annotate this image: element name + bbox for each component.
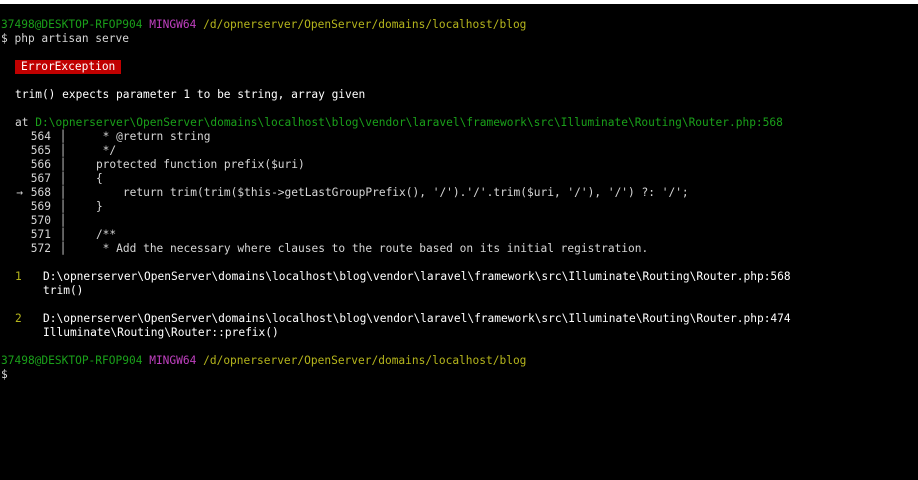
current-line-arrow-icon — [1, 172, 27, 186]
trace-file: D:\opnerserver\OpenServer\domains\localh… — [43, 312, 791, 325]
code-line: 571 ▕ /** — [1, 228, 917, 242]
command-text: $ php artisan serve — [1, 32, 129, 45]
gutter-bar: ▕ — [56, 228, 64, 241]
trace-call-row: trim() — [1, 284, 917, 298]
current-line-arrow-icon — [1, 214, 27, 228]
code-line: 564 ▕ * @return string — [1, 130, 917, 144]
current-line-arrow-icon — [1, 228, 27, 242]
error-badge: ErrorException — [15, 60, 122, 74]
gutter-bar: ▕ — [56, 200, 64, 213]
current-line-arrow-icon: → — [16, 186, 23, 199]
prompt-line: 37498@DESKTOP-RFOP904 MINGW64 /d/opnerse… — [1, 18, 917, 32]
command-line[interactable]: $ — [1, 368, 917, 382]
code-text: { — [69, 172, 103, 185]
gutter-bar: ▕ — [56, 186, 64, 199]
line-number: 571 — [30, 228, 51, 241]
prompt-cwd: /d/opnerserver/OpenServer/domains/localh… — [203, 354, 527, 367]
prompt-cwd: /d/opnerserver/OpenServer/domains/localh… — [203, 18, 527, 31]
error-badge-line: ErrorException — [1, 60, 917, 74]
current-line-arrow-icon — [1, 200, 27, 214]
gutter-bar: ▕ — [56, 144, 64, 157]
trace-call: trim() — [43, 284, 84, 297]
current-line-arrow-icon — [1, 242, 27, 256]
code-snippet: 564 ▕ * @return string 565 ▕ */ 566 ▕ protect… — [1, 130, 917, 256]
terminal-output[interactable]: 37498@DESKTOP-RFOP904 MINGW64 /d/opnerse… — [1, 18, 917, 382]
prompt-symbol: $ — [1, 368, 8, 381]
trace-call: Illuminate\Routing\Router::prefix() — [43, 326, 279, 339]
line-number: 564 — [30, 130, 51, 143]
gutter-bar: ▕ — [56, 130, 64, 143]
window-top-edge — [0, 0, 918, 4]
trace-entry: 2 D:\opnerserver\OpenServer\domains\local… — [1, 312, 917, 326]
at-label: at — [15, 116, 29, 129]
current-line-arrow-icon — [1, 144, 27, 158]
code-text: protected function prefix($uri) — [69, 158, 305, 171]
code-text: */ — [69, 144, 117, 157]
line-number: 572 — [30, 242, 51, 255]
error-location-path: D:\opnerserver\OpenServer\domains\localh… — [35, 116, 783, 129]
code-line: 569 ▕ } — [1, 200, 917, 214]
prompt-system: MINGW64 — [149, 354, 197, 367]
code-text: * Add the necessary where clauses to the… — [69, 242, 649, 255]
line-number: 566 — [30, 158, 51, 171]
code-text: } — [69, 200, 103, 213]
line-number: 569 — [30, 200, 51, 213]
trace-entry: 1 D:\opnerserver\OpenServer\domains\local… — [1, 270, 917, 284]
line-number: 565 — [30, 144, 51, 157]
gutter-bar: ▕ — [56, 172, 64, 185]
trace-index: 2 — [15, 312, 22, 325]
trace-index: 1 — [15, 270, 22, 283]
current-line-arrow-icon — [1, 158, 27, 172]
error-message: trim() expects parameter 1 to be string,… — [15, 88, 366, 101]
prompt-system: MINGW64 — [149, 18, 197, 31]
code-line: 572 ▕ * Add the necessary where clauses t… — [1, 242, 917, 256]
code-line: → 568 ▕ return trim(trim($this->getLastGro… — [1, 186, 917, 200]
line-number: 567 — [30, 172, 51, 185]
code-line: 565 ▕ */ — [1, 144, 917, 158]
code-text: * @return string — [69, 130, 211, 143]
line-number: 570 — [30, 214, 51, 227]
gutter-bar: ▕ — [56, 214, 64, 227]
code-line: 567 ▕ { — [1, 172, 917, 186]
error-location: at D:\opnerserver\OpenServer\domains\loc… — [1, 116, 917, 130]
gutter-bar: ▕ — [56, 158, 64, 171]
code-text: return trim(trim($this->getLastGroupPref… — [69, 186, 689, 199]
gutter-bar: ▕ — [56, 242, 64, 255]
code-text: /** — [69, 228, 117, 241]
trace-file: D:\opnerserver\OpenServer\domains\localh… — [43, 270, 791, 283]
prompt-user-host: 37498@DESKTOP-RFOP904 — [1, 354, 143, 367]
stack-trace: 1 D:\opnerserver\OpenServer\domains\local… — [1, 270, 917, 354]
current-line-arrow-icon — [1, 130, 27, 144]
code-line: 566 ▕ protected function prefix($uri) — [1, 158, 917, 172]
code-line: 570 ▕ — [1, 214, 917, 228]
command-line: $ php artisan serve — [1, 32, 917, 46]
trace-call-row: Illuminate\Routing\Router::prefix() — [1, 326, 917, 340]
prompt-line: 37498@DESKTOP-RFOP904 MINGW64 /d/opnerse… — [1, 354, 917, 368]
line-number: 568 — [30, 186, 51, 199]
prompt-user-host: 37498@DESKTOP-RFOP904 — [1, 18, 143, 31]
